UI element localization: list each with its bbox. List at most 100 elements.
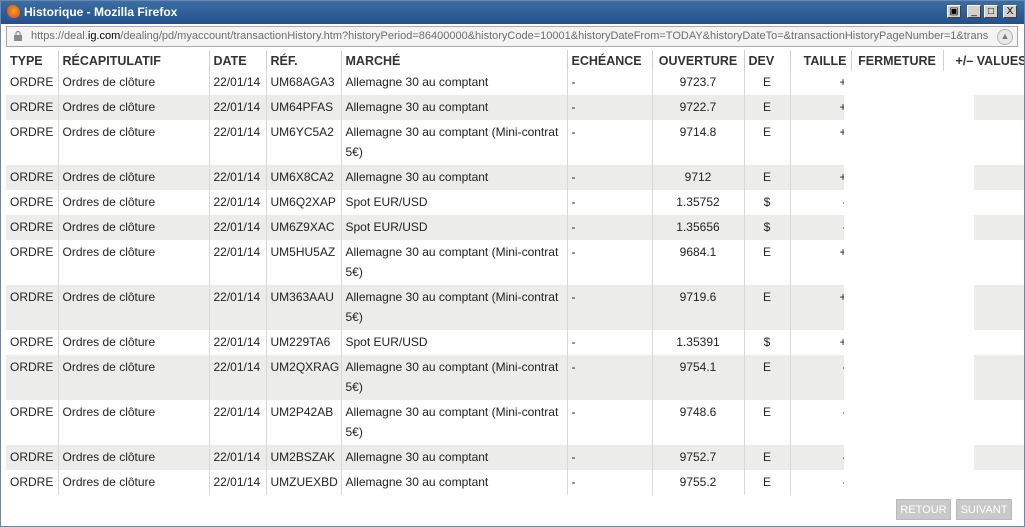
cell-summary: Ordres de clôture xyxy=(58,330,210,355)
cell-expiry: - xyxy=(567,400,653,445)
cell-date: 22/01/14 xyxy=(209,330,267,355)
cell-ref: UM6X8CA2 xyxy=(266,165,342,190)
cell-summary: Ordres de clôture xyxy=(58,355,210,400)
cell-currency: E xyxy=(744,70,791,95)
cell-opening: 9754.1 xyxy=(652,355,745,400)
cell-market: Allemagne 30 au comptant xyxy=(341,70,568,95)
cell-expiry: - xyxy=(567,330,653,355)
cell-market: Spot EUR/USD xyxy=(341,190,568,215)
cell-size: + xyxy=(790,165,852,190)
cell-summary: Ordres de clôture xyxy=(58,70,210,95)
cell-expiry: - xyxy=(567,240,653,285)
cell-type: ORDRE xyxy=(6,330,59,355)
header-expiry[interactable]: ECHÉANCE xyxy=(567,50,653,70)
header-type[interactable]: TYPE xyxy=(6,50,59,70)
cell-size: + xyxy=(790,70,852,95)
cell-currency: E xyxy=(744,120,791,165)
window-options-button[interactable]: ▣ xyxy=(947,5,961,18)
cell-ref: UM363AAU xyxy=(266,285,342,330)
header-currency[interactable]: DEV xyxy=(744,50,791,70)
cell-type: ORDRE xyxy=(6,215,59,240)
cell-date: 22/01/14 xyxy=(209,355,267,400)
cell-date: 22/01/14 xyxy=(209,165,267,190)
cell-size: + xyxy=(790,330,852,355)
cell-size: + xyxy=(790,240,852,285)
header-summary[interactable]: RÉCAPITULATIF xyxy=(58,50,210,70)
cell-ref: UM6Z9XAC xyxy=(266,215,342,240)
header-date[interactable]: DATE xyxy=(209,50,267,70)
cell-opening: 9684.1 xyxy=(652,240,745,285)
cell-date: 22/01/14 xyxy=(209,285,267,330)
cell-size: - xyxy=(790,355,852,400)
browser-window: Historique - Mozilla Firefox ▣ _ □ X htt… xyxy=(0,0,1025,527)
address-bar[interactable]: https://deal.ig.com/dealing/pd/myaccount… xyxy=(6,26,1018,47)
maximize-button[interactable]: □ xyxy=(984,5,998,18)
title-bar: Historique - Mozilla Firefox ▣ _ □ X xyxy=(1,1,1024,24)
header-opening[interactable]: OUVERTURE xyxy=(652,50,745,70)
cell-type: ORDRE xyxy=(6,445,59,470)
cell-date: 22/01/14 xyxy=(209,95,267,120)
cell-size: - xyxy=(790,215,852,240)
reload-icon[interactable]: ▲ xyxy=(997,29,1013,45)
cell-size: + xyxy=(790,95,852,120)
next-button[interactable]: SUIVANT xyxy=(956,499,1012,520)
cell-market: Allemagne 30 au comptant (Mini-contrat 5… xyxy=(341,285,568,330)
header-closing[interactable]: FERMETURE xyxy=(851,50,944,70)
cell-currency: $ xyxy=(744,215,791,240)
cell-opening: 9752.7 xyxy=(652,445,745,470)
cell-opening: 9712 xyxy=(652,165,745,190)
cell-ref: UM6Q2XAP xyxy=(266,190,342,215)
cell-date: 22/01/14 xyxy=(209,400,267,445)
back-button[interactable]: RETOUR xyxy=(896,499,951,520)
cell-expiry: - xyxy=(567,120,653,165)
cell-opening: 9748.6 xyxy=(652,400,745,445)
cell-ref: UM229TA6 xyxy=(266,330,342,355)
cell-opening: 9723.7 xyxy=(652,70,745,95)
cell-market: Allemagne 30 au comptant xyxy=(341,95,568,120)
cell-market: Spot EUR/USD xyxy=(341,215,568,240)
header-ref[interactable]: RÉF. xyxy=(266,50,342,70)
cell-market: Allemagne 30 au comptant (Mini-contrat 5… xyxy=(341,400,568,445)
header-market[interactable]: MARCHÉ xyxy=(341,50,568,70)
cell-type: ORDRE xyxy=(6,355,59,400)
cell-date: 22/01/14 xyxy=(209,120,267,165)
url-prefix: https://deal. xyxy=(31,30,88,42)
url-text[interactable]: https://deal.ig.com/dealing/pd/myaccount… xyxy=(31,30,993,42)
cell-opening: 9719.6 xyxy=(652,285,745,330)
cell-ref: UM64PFAS xyxy=(266,95,342,120)
cell-expiry: - xyxy=(567,70,653,95)
cell-expiry: - xyxy=(567,190,653,215)
cell-expiry: - xyxy=(567,355,653,400)
cell-summary: Ordres de clôture xyxy=(58,445,210,470)
cell-date: 22/01/14 xyxy=(209,215,267,240)
redacted-area xyxy=(844,71,974,495)
close-button[interactable]: X xyxy=(1003,5,1017,18)
cell-currency: E xyxy=(744,400,791,445)
cell-currency: E xyxy=(744,165,791,190)
cell-opening: 9714.8 xyxy=(652,120,745,165)
cell-summary: Ordres de clôture xyxy=(58,240,210,285)
cell-market: Allemagne 30 au comptant (Mini-contrat 5… xyxy=(341,355,568,400)
minimize-button[interactable]: _ xyxy=(967,5,981,18)
cell-summary: Ordres de clôture xyxy=(58,470,210,495)
cell-size: - xyxy=(790,400,852,445)
header-pnl[interactable]: +/– VALUES xyxy=(943,50,1024,70)
cell-expiry: - xyxy=(567,165,653,190)
cell-currency: E xyxy=(744,355,791,400)
cell-type: ORDRE xyxy=(6,95,59,120)
cell-type: ORDRE xyxy=(6,120,59,165)
cell-summary: Ordres de clôture xyxy=(58,215,210,240)
cell-date: 22/01/14 xyxy=(209,445,267,470)
cell-currency: E xyxy=(744,285,791,330)
cell-currency: $ xyxy=(744,190,791,215)
cell-currency: E xyxy=(744,445,791,470)
header-size[interactable]: TAILLE xyxy=(790,50,852,70)
cell-ref: UM2QXRAG xyxy=(266,355,342,400)
cell-currency: E xyxy=(744,95,791,120)
cell-size: + xyxy=(790,120,852,165)
cell-ref: UM2BSZAK xyxy=(266,445,342,470)
firefox-icon xyxy=(5,5,20,20)
cell-type: ORDRE xyxy=(6,470,59,495)
cell-size: - xyxy=(790,190,852,215)
cell-summary: Ordres de clôture xyxy=(58,400,210,445)
